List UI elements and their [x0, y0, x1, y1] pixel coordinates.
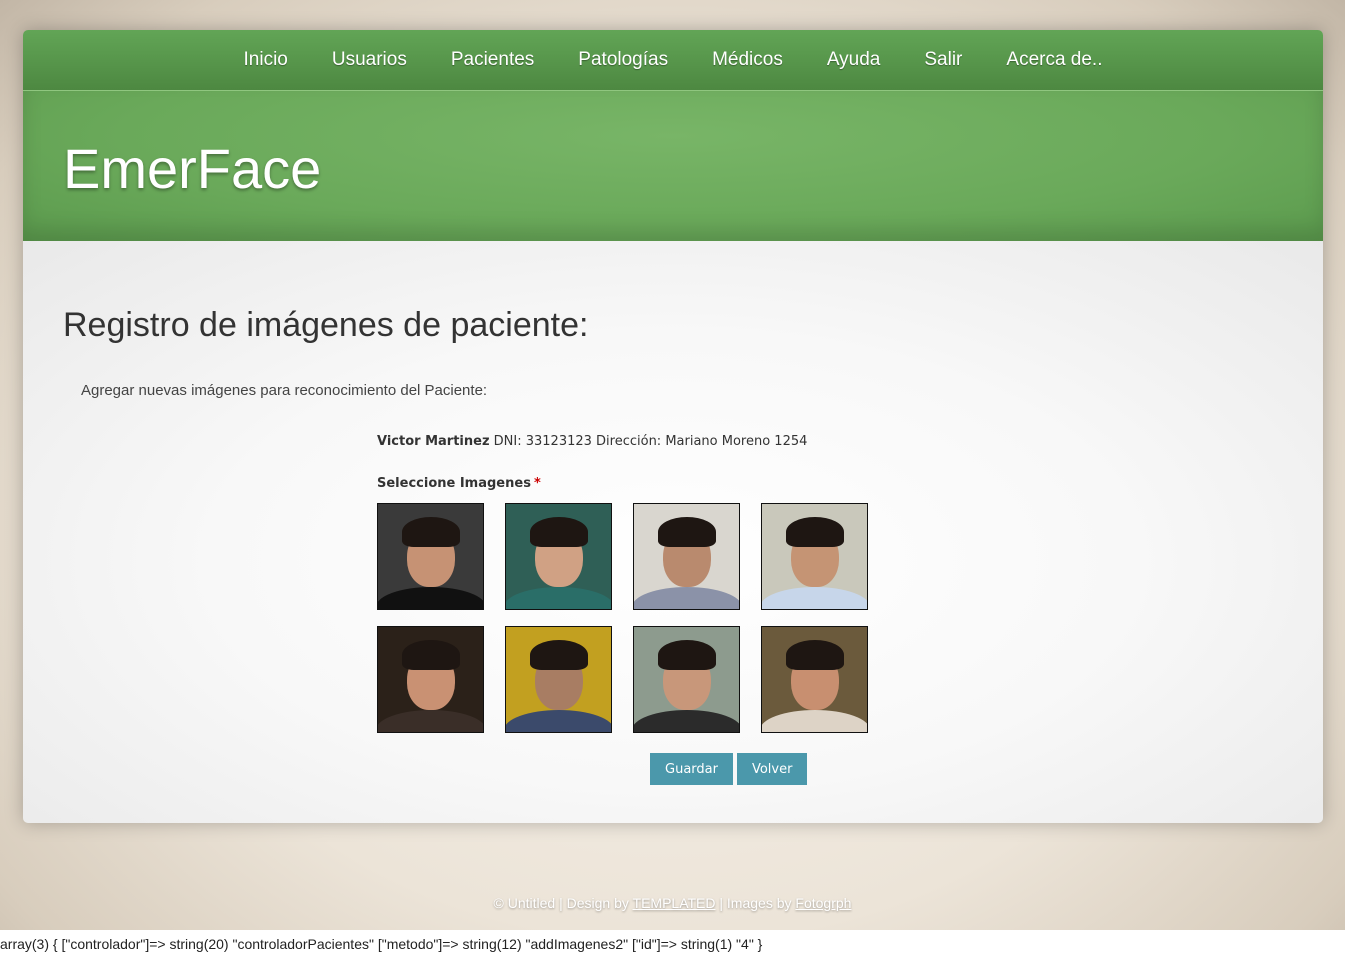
- patient-image-thumbnail[interactable]: [761, 626, 868, 733]
- patient-image-thumbnail[interactable]: [505, 503, 612, 610]
- photo-hair: [529, 516, 588, 547]
- photo-shoulders: [762, 710, 867, 732]
- footer-separator: | Images by: [715, 895, 796, 911]
- page-title: Registro de imágenes de paciente:: [63, 306, 589, 344]
- select-images-text: Seleccione Imagenes: [377, 476, 531, 491]
- footer-images-link[interactable]: Fotogrph: [795, 895, 851, 911]
- patient-image-thumbnail[interactable]: [761, 503, 868, 610]
- patient-image-thumbnail[interactable]: [633, 503, 740, 610]
- header-banner: EmerFace: [23, 91, 1323, 241]
- patient-image-thumbnail[interactable]: [633, 626, 740, 733]
- patient-image-thumbnail[interactable]: [377, 626, 484, 733]
- nav-item-acerca[interactable]: Acerca de..: [1006, 49, 1102, 71]
- photo-hair: [657, 639, 716, 670]
- photo-hair: [401, 639, 460, 670]
- intro-text: Agregar nuevas imágenes para reconocimie…: [81, 382, 488, 399]
- main-content: Registro de imágenes de paciente: Agrega…: [23, 241, 1323, 823]
- photo-shoulders: [378, 587, 483, 609]
- image-form: Victor Martinez DNI: 33123123 Dirección:…: [377, 434, 937, 733]
- photo-hair: [529, 639, 588, 670]
- patient-name: Victor Martinez: [377, 434, 490, 449]
- photo-hair: [785, 516, 844, 547]
- photo-shoulders: [506, 710, 611, 732]
- footer-design-link[interactable]: TEMPLATED: [633, 895, 716, 911]
- required-mark: *: [533, 476, 541, 491]
- debug-output: array(3) { ["controlador"]=> string(20) …: [0, 930, 1345, 960]
- photo-shoulders: [762, 587, 867, 609]
- photo-shoulders: [634, 587, 739, 609]
- back-button[interactable]: Volver: [736, 753, 808, 785]
- photo-shoulders: [634, 710, 739, 732]
- image-grid: [377, 503, 937, 733]
- patient-details: DNI: 33123123 Dirección: Mariano Moreno …: [489, 434, 808, 449]
- nav-item-patologias[interactable]: Patologías: [578, 49, 668, 71]
- page-wrapper: Inicio Usuarios Pacientes Patologías Méd…: [23, 30, 1323, 823]
- footer: © Untitled | Design by TEMPLATED | Image…: [0, 895, 1345, 911]
- patient-image-thumbnail[interactable]: [377, 503, 484, 610]
- nav-item-usuarios[interactable]: Usuarios: [332, 49, 407, 71]
- nav-item-medicos[interactable]: Médicos: [712, 49, 783, 71]
- nav-item-inicio[interactable]: Inicio: [244, 49, 288, 71]
- form-actions: Guardar Volver: [650, 753, 808, 785]
- footer-copyright: © Untitled | Design by: [493, 895, 633, 911]
- nav-item-salir[interactable]: Salir: [924, 49, 962, 71]
- nav-item-pacientes[interactable]: Pacientes: [451, 49, 534, 71]
- photo-hair: [401, 516, 460, 547]
- main-nav: Inicio Usuarios Pacientes Patologías Méd…: [23, 30, 1323, 91]
- photo-shoulders: [506, 587, 611, 609]
- nav-item-ayuda[interactable]: Ayuda: [827, 49, 881, 71]
- photo-shoulders: [378, 710, 483, 732]
- photo-hair: [657, 516, 716, 547]
- site-logo: EmerFace: [63, 137, 322, 200]
- patient-image-thumbnail[interactable]: [505, 626, 612, 733]
- patient-info: Victor Martinez DNI: 33123123 Dirección:…: [377, 434, 937, 449]
- photo-hair: [785, 639, 844, 670]
- select-images-label: Seleccione Imagenes *: [377, 476, 937, 491]
- save-button[interactable]: Guardar: [650, 753, 733, 785]
